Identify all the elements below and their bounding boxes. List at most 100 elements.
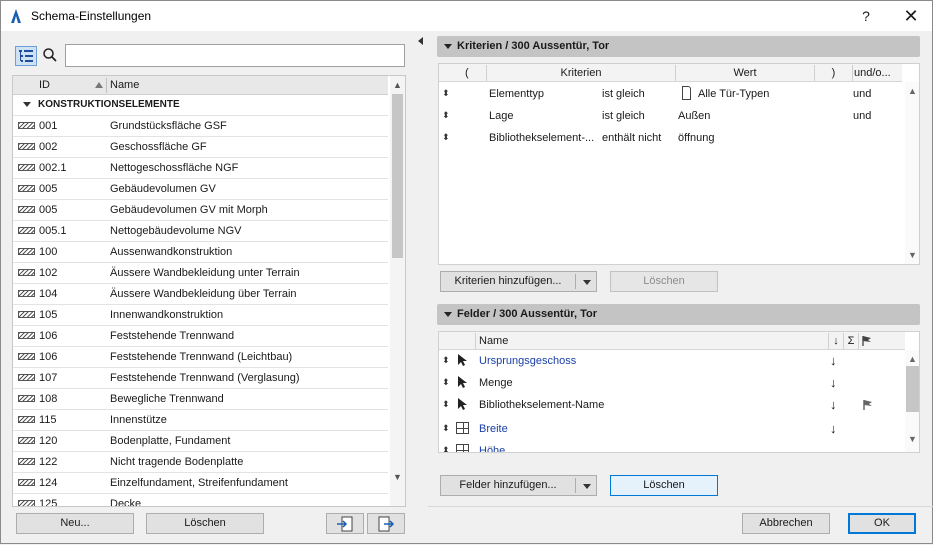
schema-row[interactable]: 124 Einzelfundament, Streifenfundament [13, 472, 388, 493]
collapse-triangle-icon[interactable] [444, 44, 452, 49]
drag-handle-icon[interactable]: ⬍ [442, 355, 450, 366]
criteria-row[interactable]: ⬍ Elementtyp ist gleich Alle Tür-Typen und [439, 83, 902, 105]
schema-row[interactable]: 005 Gebäudevolumen GV mit Morph [13, 199, 388, 220]
tree-scrollbar[interactable]: ▲ ▼ [390, 76, 405, 506]
add-fields-dropdown[interactable]: Felder hinzufügen... [440, 475, 597, 496]
criteria-name[interactable]: Elementtyp [489, 88, 544, 100]
schema-row[interactable]: 104 Äussere Wandbekleidung über Terrain [13, 283, 388, 304]
criteria-value[interactable]: Außen [678, 110, 710, 122]
tree-group-row[interactable]: KONSTRUKTIONSELEMENTE [13, 95, 388, 115]
field-row[interactable]: ⬍ Bibliothekselement-Name ↓ [439, 394, 905, 416]
column-divider[interactable] [106, 78, 107, 93]
dropdown-arrow-icon[interactable] [583, 484, 591, 489]
column-header-id[interactable]: ID [39, 79, 50, 91]
field-row[interactable]: ⬍ Höhe [439, 440, 905, 452]
schema-row[interactable]: 115 Innenstütze [13, 409, 388, 430]
schema-row[interactable]: 107 Feststehende Trennwand (Verglasung) [13, 367, 388, 388]
schema-row[interactable]: 002 Geschossfläche GF [13, 136, 388, 157]
add-criteria-dropdown[interactable]: Kriterien hinzufügen... [440, 271, 597, 292]
export-button[interactable] [367, 513, 405, 534]
criteria-operator[interactable]: ist gleich [602, 110, 645, 122]
search-input[interactable] [65, 44, 405, 67]
cancel-button[interactable]: Abbrechen [742, 513, 830, 534]
schema-row[interactable]: 005.1 Nettogebäudevolume NGV [13, 220, 388, 241]
fields-scrollbar[interactable]: ▲ ▼ [905, 350, 919, 452]
add-fields-label[interactable]: Felder hinzufügen... [441, 476, 575, 495]
field-name[interactable]: Bibliothekselement-Name [479, 399, 604, 411]
delete-schema-button[interactable]: Löschen [146, 513, 264, 534]
criteria-row[interactable]: ⬍ Bibliothekselement-... enthält nicht öffn… [439, 127, 902, 149]
schema-row[interactable]: 100 Aussenwandkonstruktion [13, 241, 388, 262]
import-button[interactable] [326, 513, 364, 534]
fields-grid: Name ↓ Σ ⬍ Ursprungsgeschoss ↓ ⬍ Menge ↓ ⬍ Bibl… [438, 331, 920, 453]
add-criteria-label[interactable]: Kriterien hinzufügen... [441, 272, 575, 291]
collapse-left-icon[interactable] [418, 37, 423, 45]
field-row[interactable]: ⬍ Menge ↓ [439, 372, 905, 394]
criteria-name[interactable]: Bibliothekselement-... [489, 132, 594, 144]
criteria-name[interactable]: Lage [489, 110, 513, 122]
delete-criteria-button[interactable]: Löschen [610, 271, 718, 292]
field-row[interactable]: ⬍ Ursprungsgeschoss ↓ [439, 350, 905, 372]
column-header-name[interactable]: Name [110, 79, 139, 91]
drag-handle-icon[interactable]: ⬍ [442, 88, 450, 99]
sort-order[interactable]: ↓ [830, 397, 837, 412]
sort-order[interactable]: ↓ [830, 353, 837, 368]
collapse-triangle-icon[interactable] [444, 312, 452, 317]
scroll-up-icon[interactable]: ▲ [393, 80, 402, 90]
schema-row[interactable]: 105 Innenwandkonstruktion [13, 304, 388, 325]
column-open-paren: ( [465, 67, 469, 79]
scroll-down-icon[interactable]: ▼ [908, 434, 917, 444]
field-row[interactable]: ⬍ Breite ↓ [439, 418, 905, 440]
field-name[interactable]: Breite [479, 423, 508, 435]
panel-splitter[interactable] [417, 31, 427, 515]
drag-handle-icon[interactable]: ⬍ [442, 445, 450, 452]
drag-handle-icon[interactable]: ⬍ [442, 132, 450, 143]
schema-row[interactable]: 106 Feststehende Trennwand [13, 325, 388, 346]
fields-section-header[interactable]: Felder / 300 Aussentür, Tor [437, 304, 920, 325]
delete-fields-button[interactable]: Löschen [610, 475, 718, 496]
drag-handle-icon[interactable]: ⬍ [442, 110, 450, 121]
criteria-row[interactable]: ⬍ Lage ist gleich Außen und [439, 105, 902, 127]
sort-order[interactable]: ↓ [830, 375, 837, 390]
schema-row[interactable]: 102 Äussere Wandbekleidung unter Terrain [13, 262, 388, 283]
flag-icon[interactable] [862, 399, 874, 411]
criteria-value[interactable]: Alle Tür-Typen [698, 88, 769, 100]
criteria-scrollbar[interactable]: ▲ ▼ [905, 82, 919, 264]
tree-header: ID Name [13, 76, 388, 95]
criteria-and-or[interactable]: und [853, 88, 871, 100]
criteria-section-header[interactable]: Kriterien / 300 Aussentür, Tor [437, 36, 920, 57]
field-name[interactable]: Höhe [479, 445, 505, 452]
schema-row[interactable]: 005 Gebäudevolumen GV [13, 178, 388, 199]
schema-row[interactable]: 120 Bodenplatte, Fundament [13, 430, 388, 451]
tree-view-toggle[interactable] [15, 46, 37, 66]
schema-row[interactable]: 108 Bewegliche Trennwand [13, 388, 388, 409]
collapse-triangle-icon[interactable] [23, 102, 31, 107]
criteria-operator[interactable]: enthält nicht [602, 132, 661, 144]
help-button[interactable]: ? [851, 3, 881, 29]
ok-button[interactable]: OK [848, 513, 916, 534]
schema-row[interactable]: 002.1 Nettogeschossfläche NGF [13, 157, 388, 178]
scrollbar-thumb[interactable] [392, 94, 403, 258]
schema-name: Innenstütze [110, 414, 167, 426]
new-button[interactable]: Neu... [16, 513, 134, 534]
scroll-down-icon[interactable]: ▼ [393, 472, 402, 482]
drag-handle-icon[interactable]: ⬍ [442, 399, 450, 410]
scroll-up-icon[interactable]: ▲ [908, 354, 917, 364]
criteria-operator[interactable]: ist gleich [602, 88, 645, 100]
dropdown-arrow-icon[interactable] [583, 280, 591, 285]
drag-handle-icon[interactable]: ⬍ [442, 377, 450, 388]
field-name[interactable]: Ursprungsgeschoss [479, 355, 576, 367]
schema-row[interactable]: 106 Feststehende Trennwand (Leichtbau) [13, 346, 388, 367]
schema-row[interactable]: 122 Nicht tragende Bodenplatte [13, 451, 388, 472]
drag-handle-icon[interactable]: ⬍ [442, 423, 450, 434]
criteria-value[interactable]: öffnung [678, 132, 715, 144]
field-name[interactable]: Menge [479, 377, 513, 389]
sort-order[interactable]: ↓ [830, 421, 837, 436]
scroll-down-icon[interactable]: ▼ [908, 250, 917, 260]
close-button[interactable]: ✕ [896, 3, 926, 29]
schema-row[interactable]: 001 Grundstücksfläche GSF [13, 115, 388, 136]
scrollbar-thumb[interactable] [906, 366, 919, 412]
scroll-up-icon[interactable]: ▲ [908, 86, 917, 96]
schema-row[interactable]: 125 Decke [13, 493, 388, 506]
criteria-and-or[interactable]: und [853, 110, 871, 122]
